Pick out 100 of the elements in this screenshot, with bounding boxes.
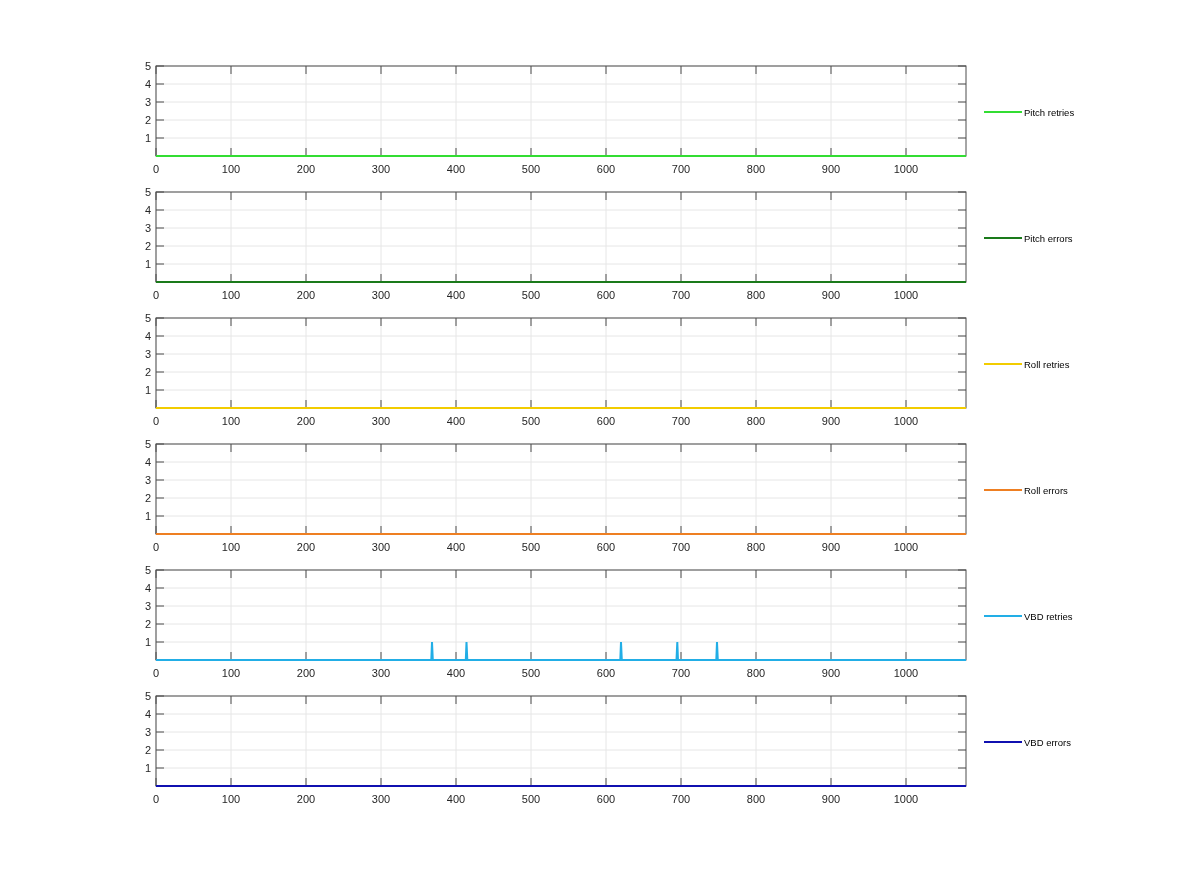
y-tick-label: 2 bbox=[144, 492, 151, 504]
x-tick-label: 200 bbox=[296, 793, 316, 805]
x-tick-label: 100 bbox=[221, 793, 241, 805]
x-tick-label: 300 bbox=[371, 793, 391, 805]
y-tick-label: 2 bbox=[144, 240, 151, 252]
x-tick-label: 800 bbox=[746, 793, 766, 805]
legend-label: VBD retries bbox=[1024, 611, 1073, 622]
x-tick-label: 200 bbox=[296, 667, 316, 679]
x-tick-label: 400 bbox=[446, 163, 466, 175]
x-tick-label: 800 bbox=[746, 289, 766, 301]
y-tick-label: 4 bbox=[144, 456, 151, 468]
x-tick-label: 300 bbox=[371, 667, 391, 679]
y-tick-label: 5 bbox=[144, 186, 151, 198]
x-tick-label: 1000 bbox=[893, 667, 919, 679]
legend-label: VBD errors bbox=[1024, 737, 1071, 748]
x-tick-label: 500 bbox=[521, 541, 541, 553]
y-tick-label: 3 bbox=[144, 474, 151, 486]
x-tick-label: 1000 bbox=[893, 415, 919, 427]
x-tick-label: 400 bbox=[446, 415, 466, 427]
x-tick-label: 800 bbox=[746, 415, 766, 427]
legend-label: Roll errors bbox=[1024, 485, 1068, 496]
x-tick-label: 600 bbox=[596, 541, 616, 553]
y-tick-label: 4 bbox=[144, 78, 151, 90]
y-tick-label: 5 bbox=[144, 438, 151, 450]
x-tick-label: 900 bbox=[821, 793, 841, 805]
x-tick-label: 100 bbox=[221, 415, 241, 427]
y-tick-label: 4 bbox=[144, 330, 151, 342]
y-tick-label: 1 bbox=[144, 636, 151, 648]
x-tick-label: 500 bbox=[521, 415, 541, 427]
x-tick-label: 700 bbox=[671, 163, 691, 175]
x-tick-label: 200 bbox=[296, 163, 316, 175]
x-tick-label: 300 bbox=[371, 163, 391, 175]
y-tick-label: 1 bbox=[144, 258, 151, 270]
x-tick-label: 1000 bbox=[893, 793, 919, 805]
x-tick-label: 400 bbox=[446, 667, 466, 679]
x-tick-label: 300 bbox=[371, 541, 391, 553]
y-tick-label: 3 bbox=[144, 96, 151, 108]
x-tick-label: 800 bbox=[746, 541, 766, 553]
legend-label: Pitch errors bbox=[1024, 233, 1073, 244]
y-tick-label: 1 bbox=[144, 510, 151, 522]
x-tick-label: 900 bbox=[821, 415, 841, 427]
x-tick-label: 800 bbox=[746, 667, 766, 679]
x-tick-label: 600 bbox=[596, 163, 616, 175]
y-tick-label: 5 bbox=[144, 312, 151, 324]
x-tick-label: 0 bbox=[152, 541, 160, 553]
y-tick-label: 3 bbox=[144, 600, 151, 612]
x-tick-label: 200 bbox=[296, 415, 316, 427]
y-tick-label: 5 bbox=[144, 60, 151, 72]
x-tick-label: 0 bbox=[152, 415, 160, 427]
x-tick-label: 700 bbox=[671, 289, 691, 301]
legend-label: Roll retries bbox=[1024, 359, 1070, 370]
y-tick-label: 4 bbox=[144, 708, 151, 720]
y-tick-label: 4 bbox=[144, 582, 151, 594]
x-tick-label: 900 bbox=[821, 541, 841, 553]
x-tick-label: 100 bbox=[221, 667, 241, 679]
y-tick-label: 3 bbox=[144, 726, 151, 738]
x-tick-label: 700 bbox=[671, 415, 691, 427]
y-tick-label: 2 bbox=[144, 618, 151, 630]
y-tick-label: 1 bbox=[144, 132, 151, 144]
x-tick-label: 300 bbox=[371, 289, 391, 301]
legend-label: Pitch retries bbox=[1024, 107, 1075, 118]
x-tick-label: 0 bbox=[152, 667, 160, 679]
x-tick-label: 600 bbox=[596, 415, 616, 427]
x-tick-label: 900 bbox=[821, 163, 841, 175]
x-tick-label: 1000 bbox=[893, 163, 919, 175]
y-tick-label: 2 bbox=[144, 366, 151, 378]
x-tick-label: 500 bbox=[521, 793, 541, 805]
x-tick-label: 400 bbox=[446, 793, 466, 805]
x-tick-label: 900 bbox=[821, 667, 841, 679]
x-tick-label: 1000 bbox=[893, 289, 919, 301]
y-tick-label: 1 bbox=[144, 384, 151, 396]
x-tick-label: 500 bbox=[521, 163, 541, 175]
y-tick-label: 3 bbox=[144, 348, 151, 360]
x-tick-label: 900 bbox=[821, 289, 841, 301]
x-tick-label: 400 bbox=[446, 541, 466, 553]
x-tick-label: 0 bbox=[152, 793, 160, 805]
x-tick-label: 0 bbox=[152, 163, 160, 175]
x-tick-label: 500 bbox=[521, 667, 541, 679]
x-tick-label: 600 bbox=[596, 667, 616, 679]
x-tick-label: 100 bbox=[221, 289, 241, 301]
y-tick-label: 5 bbox=[144, 564, 151, 576]
x-tick-label: 700 bbox=[671, 667, 691, 679]
y-tick-label: 1 bbox=[144, 762, 151, 774]
x-tick-label: 200 bbox=[296, 289, 316, 301]
y-tick-label: 2 bbox=[144, 744, 151, 756]
x-tick-label: 700 bbox=[671, 793, 691, 805]
y-tick-label: 4 bbox=[144, 204, 151, 216]
x-tick-label: 600 bbox=[596, 793, 616, 805]
x-tick-label: 700 bbox=[671, 541, 691, 553]
x-tick-label: 800 bbox=[746, 163, 766, 175]
x-tick-label: 400 bbox=[446, 289, 466, 301]
x-tick-label: 0 bbox=[152, 289, 160, 301]
x-tick-label: 500 bbox=[521, 289, 541, 301]
x-tick-label: 200 bbox=[296, 541, 316, 553]
x-tick-label: 100 bbox=[221, 163, 241, 175]
x-tick-label: 600 bbox=[596, 289, 616, 301]
x-tick-label: 100 bbox=[221, 541, 241, 553]
y-tick-label: 2 bbox=[144, 114, 151, 126]
y-tick-label: 3 bbox=[144, 222, 151, 234]
x-tick-label: 300 bbox=[371, 415, 391, 427]
